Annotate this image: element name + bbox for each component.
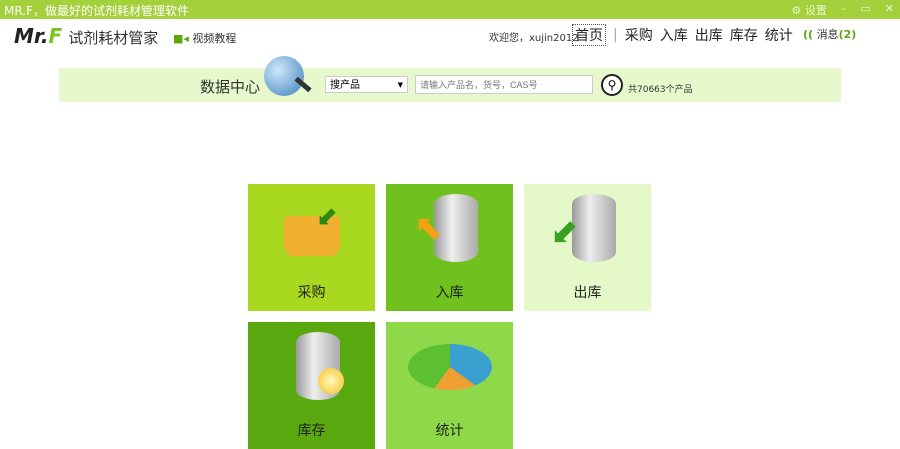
window-title: MR.F，做最好的试剂耗材管理软件 <box>4 4 189 18</box>
tile-label: 库存 <box>297 423 326 439</box>
minimize-button[interactable]: – <box>841 2 847 18</box>
tile-label: 入库 <box>435 285 464 301</box>
database-out-icon: ⬋ <box>550 194 618 264</box>
settings-button[interactable]: ⚙ 设置 <box>792 2 827 18</box>
tile-statistics[interactable]: 统计 <box>386 322 513 449</box>
video-label: 视频教程 <box>192 32 237 45</box>
tile-label: 统计 <box>435 423 464 439</box>
messages-label: 消息 <box>816 28 839 41</box>
tile-purchase[interactable]: ⬋ 采购 <box>248 184 375 311</box>
video-tutorial-link[interactable]: ■◂ 视频教程 <box>173 30 236 46</box>
tile-label: 出库 <box>573 285 602 301</box>
chevron-down-icon: ▼ <box>397 81 403 89</box>
settings-label: 设置 <box>804 4 827 17</box>
nav-statistics[interactable]: 统计 <box>765 25 793 45</box>
tile-inventory[interactable]: 库存 <box>248 322 375 449</box>
nav-purchase[interactable]: 采购 <box>625 25 653 45</box>
select-value: 搜产品 <box>330 80 360 91</box>
search-icon: ⚲ <box>607 78 617 92</box>
globe-search-icon <box>264 56 304 96</box>
nav-stock-out[interactable]: 出库 <box>695 25 723 45</box>
messages-count: (2) <box>838 28 857 41</box>
main-nav: 首页 | 采购 入库 出库 库存 统计 <box>572 24 793 46</box>
close-button[interactable]: ✕ <box>885 2 894 18</box>
signal-icon: (( <box>803 28 814 41</box>
pie-chart-icon <box>408 332 492 402</box>
logo-cn: 试剂耗材管家 <box>68 29 159 47</box>
restore-button[interactable]: ▭ <box>860 2 870 18</box>
nav-separator: | <box>613 27 618 43</box>
nav-inventory[interactable]: 库存 <box>730 25 758 45</box>
basket-icon: ⬋ <box>282 194 342 264</box>
nav-stock-in[interactable]: 入库 <box>660 25 688 45</box>
data-center-search: 数据中心 搜产品 ▼ ⚲ 共70663个产品 <box>59 56 841 102</box>
search-input[interactable] <box>415 75 593 94</box>
tile-stock-in[interactable]: ⬉ 入库 <box>386 184 513 311</box>
title-bar: MR.F，做最好的试剂耗材管理软件 ⚙ 设置 – ▭ ✕ <box>0 0 900 19</box>
database-bulb-icon <box>282 332 344 402</box>
tile-label: 采购 <box>297 285 326 301</box>
product-count: 共70663个产品 <box>628 85 693 95</box>
app-logo: Mr.F 试剂耗材管家 <box>14 24 158 48</box>
search-button[interactable]: ⚲ <box>601 74 623 96</box>
messages-link[interactable]: (( 消息(2) <box>803 26 856 42</box>
nav-home[interactable]: 首页 <box>572 24 606 46</box>
search-type-select[interactable]: 搜产品 ▼ <box>325 76 408 93</box>
database-in-icon: ⬉ <box>414 194 480 264</box>
logo-text: Mr. <box>14 24 49 48</box>
logo-f: F <box>48 24 63 48</box>
tile-stock-out[interactable]: ⬋ 出库 <box>524 184 651 311</box>
video-camera-icon: ■◂ <box>173 32 189 45</box>
welcome-text: 欢迎您，xujin2012 <box>489 33 579 44</box>
data-center-title: 数据中心 <box>200 78 261 96</box>
